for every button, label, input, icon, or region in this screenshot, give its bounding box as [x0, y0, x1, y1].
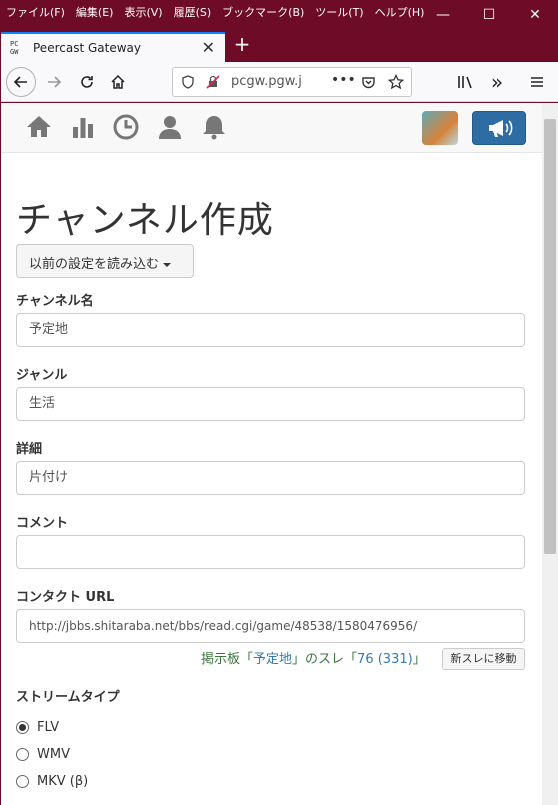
menu-tools[interactable]: ツール(T)	[315, 4, 363, 20]
new-tab-button[interactable]: +	[232, 33, 252, 57]
arrow-right-icon	[48, 76, 62, 88]
stream-type-option-wmv[interactable]: WMV	[16, 747, 70, 762]
site-navbar	[1, 103, 542, 153]
genre-label: ジャンル	[16, 368, 68, 383]
pocket-icon[interactable]	[361, 75, 376, 90]
thread-info-suffix: 」	[412, 652, 426, 667]
thread-info-middle: 」のスレ「	[292, 652, 358, 667]
stream-type-wmv-label: WMV	[37, 747, 70, 762]
menu-edit[interactable]: 編集(E)	[76, 4, 114, 20]
tab-peercast-gateway[interactable]: PC GW Peercast Gateway ✕	[1, 32, 225, 62]
scrollbar-thumb[interactable]	[544, 119, 556, 554]
bell-icon[interactable]	[200, 113, 228, 141]
megaphone-icon	[489, 120, 513, 137]
home-icon[interactable]	[25, 113, 53, 141]
forward-button[interactable]	[40, 68, 68, 96]
bar-chart-icon[interactable]	[69, 113, 97, 141]
detail-input[interactable]: 片付け	[16, 461, 525, 495]
url-text: pcgw.pgw.j	[231, 74, 302, 89]
tab-strip: PC GW Peercast Gateway ✕	[0, 30, 558, 62]
nav-toolbar: pcgw.pgw.j ••• »	[0, 62, 558, 102]
stream-type-flv-label: FLV	[37, 720, 60, 735]
library-icon	[458, 76, 472, 89]
url-bar[interactable]: pcgw.pgw.j •••	[172, 67, 412, 97]
reload-button[interactable]	[73, 68, 101, 96]
bookmark-star-icon[interactable]	[388, 74, 404, 90]
load-previous-settings-button[interactable]: 以前の設定を読み込む	[16, 244, 194, 278]
minimize-button[interactable]: —	[420, 0, 466, 30]
channel-name-input[interactable]: 予定地	[16, 313, 525, 347]
menu-history[interactable]: 履歴(S)	[174, 4, 212, 20]
thread-link[interactable]: 76 (331)	[357, 652, 413, 667]
overflow-menu-button[interactable]: »	[483, 68, 511, 96]
menu-file[interactable]: ファイル(F)	[6, 4, 65, 20]
library-button[interactable]	[452, 68, 480, 96]
radio-flv[interactable]	[16, 721, 29, 734]
stream-type-option-mkv[interactable]: MKV (β)	[16, 774, 88, 789]
load-previous-settings-label: 以前の設定を読み込む	[29, 257, 160, 272]
caret-down-icon	[163, 262, 172, 267]
title-bar: ファイル(F) 編集(E) 表示(V) 履歴(S) ブックマーク(B) ツール(…	[0, 0, 558, 30]
site-favicon-icon: PC GW	[10, 40, 19, 56]
user-icon[interactable]	[156, 113, 184, 141]
avatar[interactable]	[422, 111, 458, 145]
page-title: チャンネル作成	[16, 200, 274, 241]
chevron-double-right-icon: »	[490, 70, 504, 94]
detail-label: 詳細	[16, 442, 43, 457]
stream-type-label: ストリームタイプ	[16, 690, 120, 705]
thread-info: 掲示板「予定地」のスレ「76 (331)」	[201, 648, 426, 667]
comment-input[interactable]	[16, 535, 525, 569]
arrow-left-icon	[13, 76, 27, 88]
menu-view[interactable]: 表示(V)	[124, 4, 162, 20]
genre-input[interactable]: 生活	[16, 387, 525, 421]
web-content: チャンネル作成 以前の設定を読み込む チャンネル名 予定地 ジャンル 生活 詳細…	[1, 103, 542, 805]
menu-help[interactable]: ヘルプ(H)	[375, 4, 425, 20]
radio-wmv[interactable]	[16, 748, 29, 761]
hamburger-menu-button[interactable]	[523, 68, 551, 96]
shield-icon	[182, 75, 194, 89]
menu-bookmarks[interactable]: ブックマーク(B)	[222, 4, 304, 20]
menu-bar: ファイル(F) 編集(E) 表示(V) 履歴(S) ブックマーク(B) ツール(…	[6, 4, 435, 20]
insecure-lock-icon	[206, 75, 220, 89]
radio-mkv[interactable]	[16, 775, 29, 788]
comment-label: コメント	[16, 516, 69, 531]
broadcast-button[interactable]	[472, 111, 526, 145]
page-actions-icon[interactable]: •••	[331, 72, 356, 88]
stream-type-mkv-label: MKV (β)	[37, 774, 89, 789]
clock-icon[interactable]	[112, 113, 140, 141]
maximize-button[interactable]: ☐	[466, 0, 512, 30]
contact-url-label: コンタクト URL	[16, 590, 115, 605]
home-button[interactable]	[104, 68, 132, 96]
vertical-scrollbar[interactable]	[542, 103, 558, 805]
board-link[interactable]: 予定地	[253, 652, 292, 667]
close-tab-icon[interactable]: ✕	[202, 38, 215, 57]
contact-url-input[interactable]: http://jbbs.shitaraba.net/bbs/read.cgi/g…	[16, 609, 525, 643]
hamburger-icon	[531, 77, 543, 87]
close-window-button[interactable]: ✕	[512, 0, 558, 30]
home-icon	[111, 74, 125, 89]
back-button[interactable]	[6, 67, 36, 97]
thread-info-prefix: 掲示板「	[201, 652, 254, 667]
reload-icon	[81, 76, 93, 88]
channel-name-label: チャンネル名	[16, 294, 94, 309]
tab-title: Peercast Gateway	[33, 41, 141, 55]
stream-type-option-flv[interactable]: FLV	[16, 720, 59, 735]
move-to-new-thread-button[interactable]: 新スレに移動	[442, 648, 525, 670]
